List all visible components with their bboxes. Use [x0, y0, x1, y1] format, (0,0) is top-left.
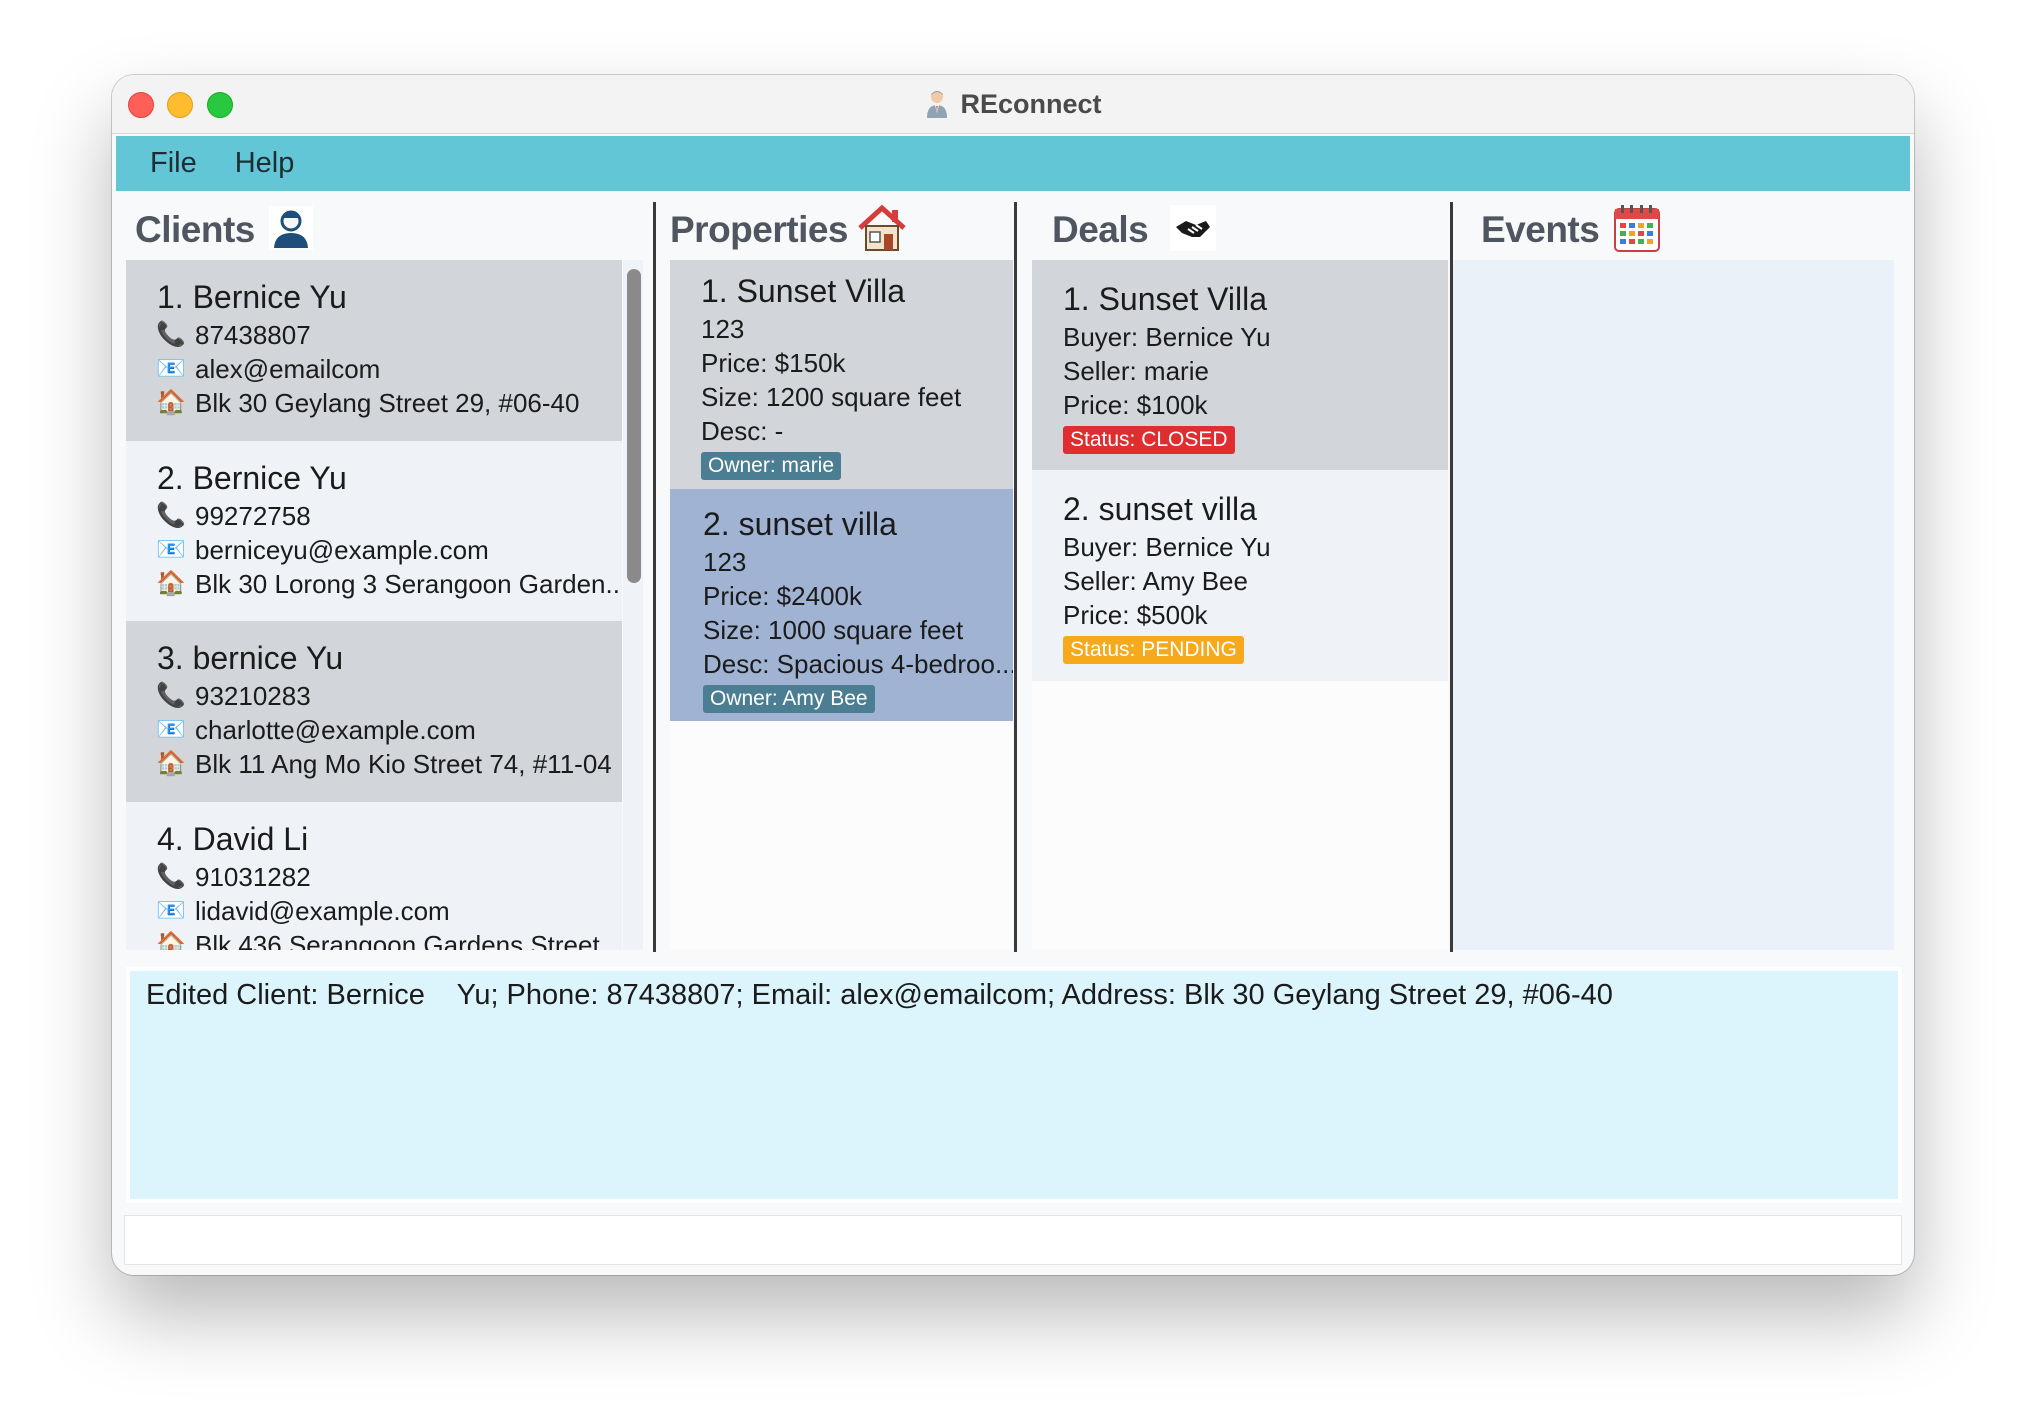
- owner-tag: Owner: marie: [701, 452, 842, 480]
- client-address-row: 🏠 Blk 30 Lorong 3 Serangoon Garden...: [157, 567, 622, 601]
- client-email-row: 📧 berniceyu@example.com: [157, 533, 622, 567]
- client-card[interactable]: 3. bernice Yu 📞 93210283 📧 charlotte@exa…: [126, 621, 622, 802]
- client-email: alex@emailcom: [195, 354, 381, 384]
- deal-name: 2. sunset villa: [1063, 491, 1257, 527]
- property-desc: Desc: -: [701, 416, 784, 446]
- menu-bar: File Help: [116, 136, 1910, 191]
- home-icon: 🏠: [157, 750, 186, 777]
- deal-status-badge: Status: PENDING: [1063, 636, 1244, 664]
- deal-buyer: Buyer: Bernice Yu: [1063, 322, 1271, 352]
- command-input[interactable]: [124, 1215, 1902, 1265]
- client-phone-row: 📞 87438807: [157, 318, 622, 352]
- events-header: Events: [1481, 195, 1661, 265]
- app-window: REconnect File Help Clients Properties D…: [112, 75, 1914, 1275]
- deal-list[interactable]: 1. Sunset Villa Buyer: Bernice Yu Seller…: [1032, 260, 1448, 950]
- client-name: 2. Bernice Yu: [157, 460, 347, 496]
- phone-icon: 📞: [157, 682, 186, 709]
- client-card[interactable]: 1. Bernice Yu 📞 87438807 📧 alex@emailcom…: [126, 260, 622, 441]
- client-address: Blk 30 Geylang Street 29, #06-40: [195, 388, 580, 418]
- client-phone-row: 📞 99272758: [157, 499, 622, 533]
- deal-price: Price: $100k: [1063, 390, 1208, 420]
- handshake-icon: [1170, 204, 1217, 256]
- deal-buyer: Buyer: Bernice Yu: [1063, 532, 1271, 562]
- client-address: Blk 11 Ang Mo Kio Street 74, #11-04: [195, 749, 612, 779]
- client-address: Blk 30 Lorong 3 Serangoon Garden...: [195, 569, 622, 599]
- client-email: lidavid@example.com: [195, 896, 450, 926]
- menu-file[interactable]: File: [150, 147, 197, 180]
- result-message: Edited Client: Bernice Yu; Phone: 874388…: [146, 979, 1613, 1011]
- deals-header: Deals: [1052, 195, 1217, 265]
- deal-name: 1. Sunset Villa: [1063, 281, 1267, 317]
- client-phone: 99272758: [195, 501, 311, 531]
- client-card[interactable]: 2. Bernice Yu 📞 99272758 📧 berniceyu@exa…: [126, 441, 622, 621]
- window-title: REconnect: [960, 88, 1102, 119]
- client-address-row: 🏠 Blk 30 Geylang Street 29, #06-40: [157, 386, 622, 420]
- property-size: Size: 1200 square feet: [701, 382, 962, 412]
- property-name: 1. Sunset Villa: [701, 273, 905, 309]
- email-icon: 📧: [157, 536, 186, 563]
- email-icon: 📧: [157, 355, 186, 382]
- home-icon: 🏠: [157, 931, 186, 950]
- client-email-row: 📧 lidavid@example.com: [157, 894, 622, 928]
- property-name: 2. sunset villa: [703, 506, 897, 542]
- client-list-scroll-thumb[interactable]: [627, 269, 641, 583]
- client-email: berniceyu@example.com: [195, 535, 489, 565]
- property-card[interactable]: 2. sunset villa 123 Price: $2400k Size: …: [670, 489, 1013, 721]
- house-icon: [856, 204, 908, 257]
- client-phone: 93210283: [195, 681, 311, 711]
- deal-card[interactable]: 1. Sunset Villa Buyer: Bernice Yu Seller…: [1032, 260, 1448, 470]
- property-unit: 123: [701, 314, 745, 344]
- property-card[interactable]: 1. Sunset Villa 123 Price: $150k Size: 1…: [670, 260, 1013, 489]
- deal-seller: Seller: marie: [1063, 356, 1209, 386]
- property-size: Size: 1000 square feet: [703, 615, 964, 645]
- events-title: Events: [1481, 209, 1600, 250]
- property-list[interactable]: 1. Sunset Villa 123 Price: $150k Size: 1…: [670, 260, 1013, 950]
- clients-header: Clients: [135, 195, 313, 265]
- person-icon: [268, 205, 313, 255]
- event-list[interactable]: [1453, 260, 1894, 950]
- phone-icon: 📞: [157, 321, 186, 348]
- client-address-row: 🏠 Blk 11 Ang Mo Kio Street 74, #11-04: [157, 747, 622, 781]
- deal-card[interactable]: 2. sunset villa Buyer: Bernice Yu Seller…: [1032, 470, 1448, 681]
- client-phone: 87438807: [195, 320, 311, 350]
- menu-help[interactable]: Help: [235, 147, 295, 180]
- client-email-row: 📧 charlotte@example.com: [157, 713, 622, 747]
- property-price: Price: $150k: [701, 348, 846, 378]
- client-list[interactable]: 1. Bernice Yu 📞 87438807 📧 alex@emailcom…: [126, 260, 622, 950]
- property-desc: Desc: Spacious 4-bedroo...: [703, 649, 1013, 679]
- result-display: Edited Client: Bernice Yu; Phone: 874388…: [126, 967, 1902, 1203]
- client-email: charlotte@example.com: [195, 715, 476, 745]
- client-email-row: 📧 alex@emailcom: [157, 352, 622, 386]
- phone-icon: 📞: [157, 502, 186, 529]
- client-phone: 91031282: [195, 862, 311, 892]
- calendar-icon: [1613, 203, 1661, 258]
- deal-seller: Seller: Amy Bee: [1063, 566, 1248, 596]
- client-address-row: 🏠 Blk 436 Serangoon Gardens Street: [157, 928, 622, 950]
- property-unit: 123: [703, 547, 747, 577]
- email-icon: 📧: [157, 716, 186, 743]
- client-phone-row: 📞 93210283: [157, 679, 622, 713]
- client-card[interactable]: 4. David Li 📞 91031282 📧 lidavid@example…: [126, 802, 622, 950]
- property-price: Price: $2400k: [703, 581, 862, 611]
- home-icon: 🏠: [157, 570, 186, 597]
- clients-title: Clients: [135, 209, 255, 250]
- agent-person-icon: [924, 89, 950, 119]
- panel-divider: [653, 202, 656, 952]
- client-name: 1. Bernice Yu: [157, 279, 347, 315]
- panel-divider: [1014, 202, 1017, 952]
- deal-price: Price: $500k: [1063, 600, 1208, 630]
- client-name: 4. David Li: [157, 821, 309, 857]
- client-name: 3. bernice Yu: [157, 640, 344, 676]
- deal-status-badge: Status: CLOSED: [1063, 426, 1235, 454]
- title-bar: REconnect: [112, 75, 1914, 134]
- properties-title: Properties: [670, 209, 849, 250]
- email-icon: 📧: [157, 897, 186, 924]
- deals-title: Deals: [1052, 209, 1149, 250]
- client-phone-row: 📞 91031282: [157, 860, 622, 894]
- properties-header: Properties: [670, 195, 908, 265]
- phone-icon: 📞: [157, 863, 186, 890]
- owner-tag: Owner: Amy Bee: [703, 685, 875, 713]
- home-icon: 🏠: [157, 389, 186, 416]
- client-address: Blk 436 Serangoon Gardens Street: [195, 930, 600, 950]
